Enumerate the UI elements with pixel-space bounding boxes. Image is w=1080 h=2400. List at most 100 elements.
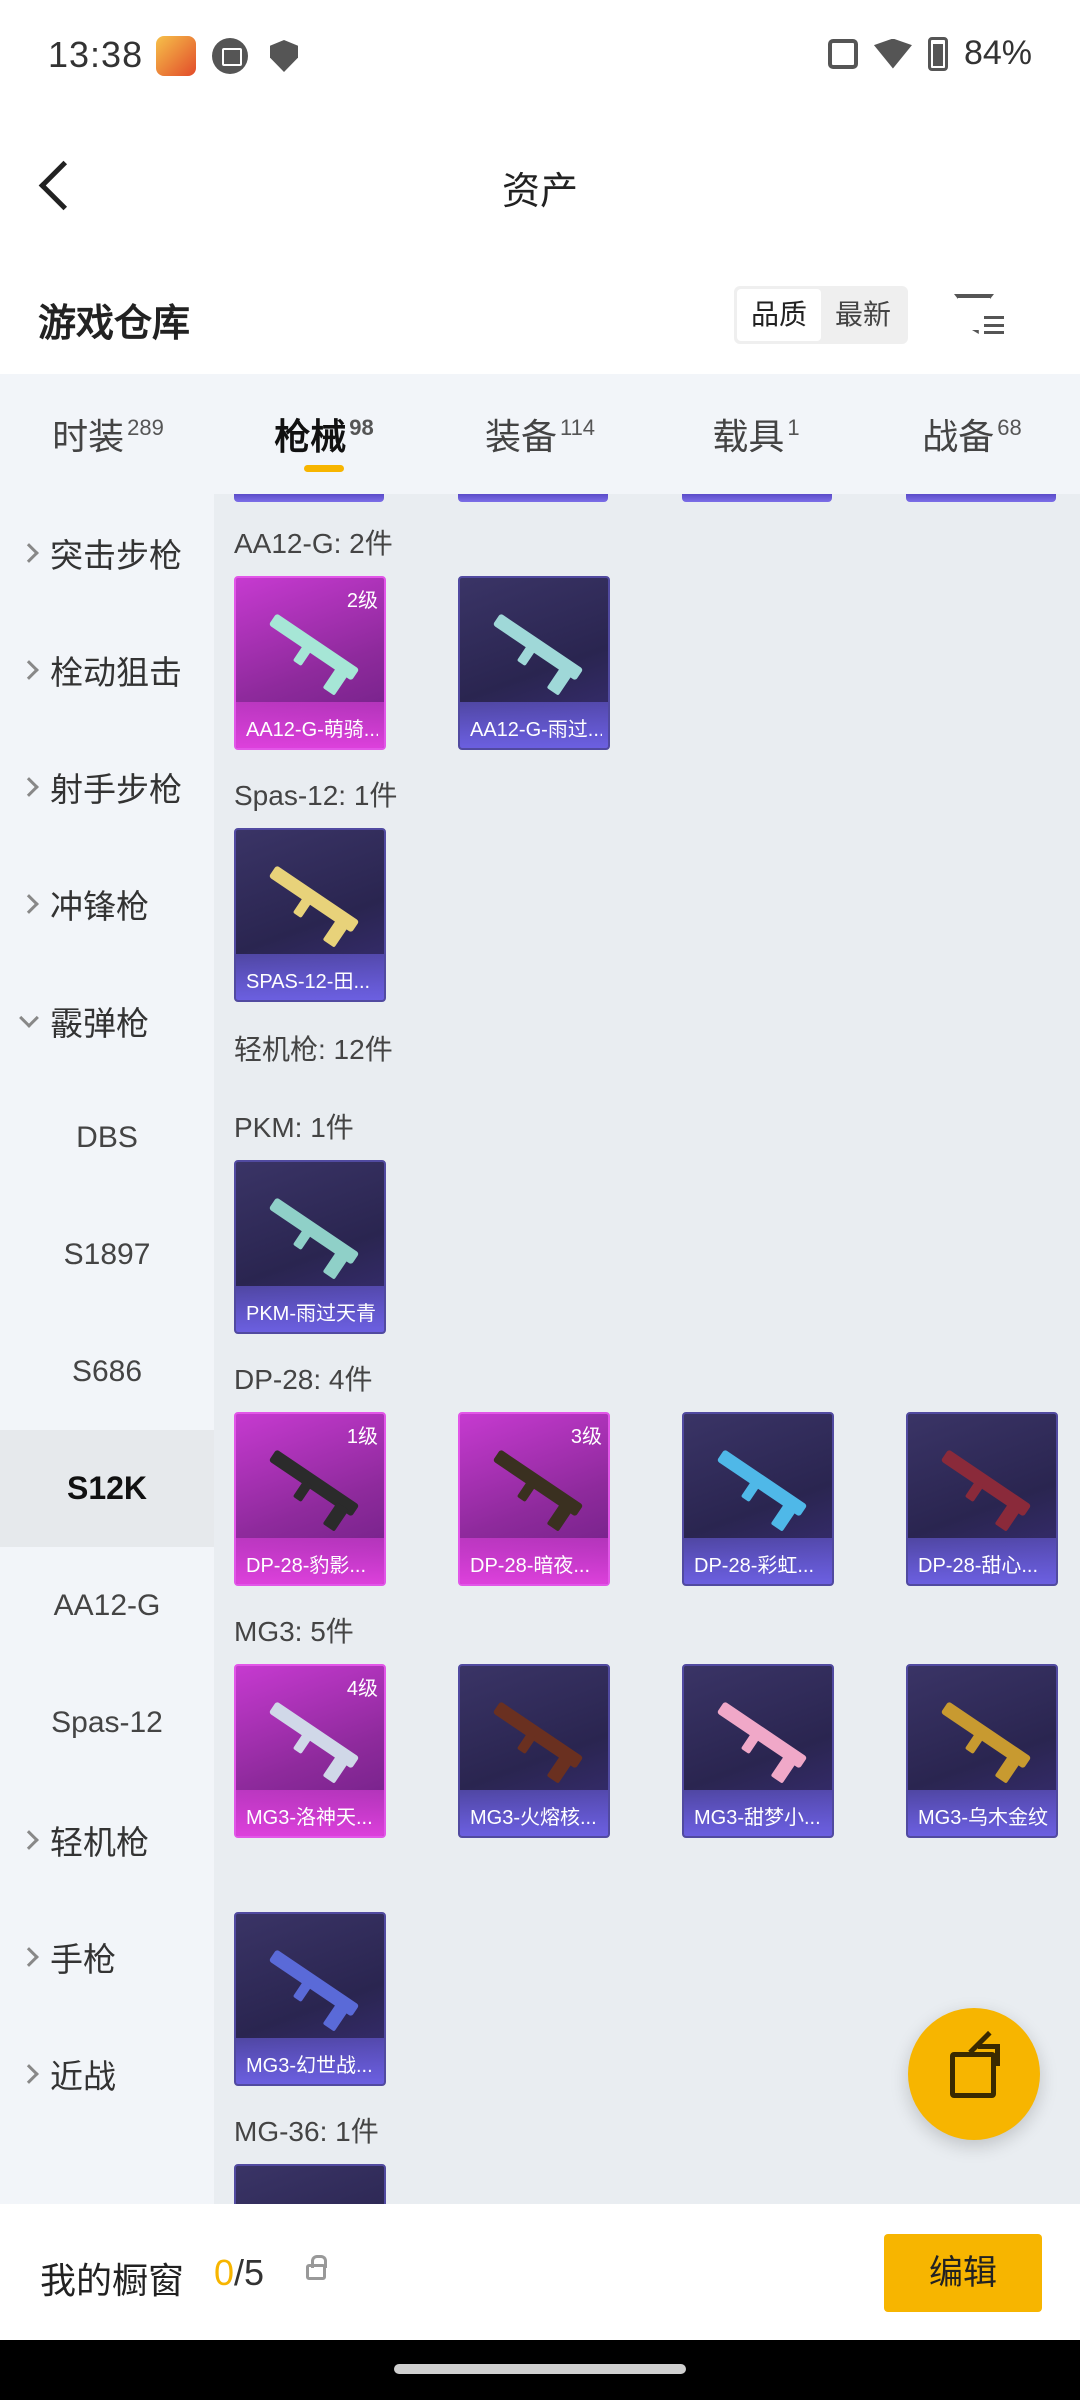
weapon-card[interactable]: PKM-雨过天青 <box>234 1160 386 1334</box>
sidebar-item-pistol[interactable]: 手枪 <box>0 1898 214 2015</box>
weapon-card[interactable]: MG3-幻世战... <box>234 1912 386 2086</box>
section-label-dp28: DP-28: 4件 <box>234 1364 373 1395</box>
section-label-lmg: 轻机枪: 12件 <box>234 1034 393 1065</box>
sidebar-item-lmg[interactable]: 轻机枪 <box>0 1781 214 1898</box>
gun-image <box>268 613 360 681</box>
weapon-card[interactable]: MG3-火熔核... <box>458 1664 610 1838</box>
filter-icon[interactable] <box>950 286 1006 342</box>
weapon-name: AA12-G-萌骑... <box>246 719 378 741</box>
gun-image <box>716 1449 808 1517</box>
weapon-name: MG3-火熔核... <box>470 1807 597 1829</box>
weapon-category-sidebar: 突击步枪 栓动狙击 射手步枪 冲锋枪 霰弹枪 DBS S1897 S686 S1… <box>0 494 214 2204</box>
gun-image <box>940 1449 1032 1517</box>
weapon-card[interactable]: 4级 MG3-洛神天... <box>234 1664 386 1838</box>
wifi-icon <box>873 38 912 69</box>
system-nav-bar <box>0 2340 1080 2400</box>
sidebar-item-melee[interactable]: 近战 <box>0 2015 214 2132</box>
weapon-name: DP-28-豹影... <box>246 1555 367 1577</box>
weapon-card[interactable]: DP-28-甜心... <box>906 1412 1058 1586</box>
weapon-name: MG3-幻世战... <box>246 2055 373 2077</box>
header: 资产 <box>0 112 1080 256</box>
previous-row-cards <box>214 494 1080 506</box>
sidebar-item-s12k[interactable]: S12K <box>0 1430 214 1547</box>
weapon-card[interactable]: 3级 DP-28-暗夜... <box>458 1412 610 1586</box>
weapon-grid: AA12-G: 2件 2级 AA12-G-萌骑... AA12-G-雨过... … <box>214 494 1080 2204</box>
weapon-card[interactable]: DP-28-彩虹... <box>682 1412 834 1586</box>
level-badge: 3级 <box>570 1426 602 1448</box>
sidebar-item-shotgun[interactable]: 霰弹枪 <box>0 962 214 1079</box>
sort-latest-button[interactable]: 最新 <box>821 289 905 341</box>
showcase-bar: 我的橱窗 0/5 编辑 <box>0 2204 1080 2340</box>
tab-vehicles[interactable]: 载具 1 <box>648 374 864 494</box>
game-app-icon <box>156 36 196 76</box>
warehouse-header: 游戏仓库 品质 最新 <box>0 256 1080 374</box>
calendar-icon <box>212 38 248 74</box>
level-badge: 2级 <box>346 590 378 612</box>
section-label-mg3: MG3: 5件 <box>234 1616 354 1647</box>
status-time: 13:38 <box>48 34 144 75</box>
home-indicator[interactable] <box>394 2364 686 2374</box>
sidebar-item-smg[interactable]: 冲锋枪 <box>0 845 214 962</box>
showcase-count: 0/5 <box>214 2252 265 2293</box>
weapon-name: SPAS-12-田... <box>246 971 371 993</box>
share-fab-button[interactable] <box>908 2008 1040 2140</box>
sidebar-item-bolt-sniper[interactable]: 栓动狙击 <box>0 611 214 728</box>
tab-gear[interactable]: 战备 68 <box>864 374 1080 494</box>
sidebar-item-s686[interactable]: S686 <box>0 1313 214 1430</box>
sidebar-item-dbs[interactable]: DBS <box>0 1079 214 1196</box>
level-badge: 1级 <box>346 1426 378 1448</box>
gun-image <box>716 1701 808 1769</box>
battery-level: 84% <box>963 34 1032 72</box>
sort-toggle: 品质 最新 <box>734 286 908 344</box>
weapon-card[interactable]: 2级 AA12-G-萌骑... <box>234 576 386 750</box>
lock-icon <box>306 2255 327 2280</box>
status-indicators: 84% <box>827 34 1032 73</box>
weapon-card[interactable]: 1级 DP-28-豹影... <box>234 1412 386 1586</box>
tab-equipment[interactable]: 装备 114 <box>432 374 648 494</box>
edit-button[interactable]: 编辑 <box>884 2234 1042 2312</box>
sidebar-item-marksman-rifle[interactable]: 射手步枪 <box>0 728 214 845</box>
warehouse-title: 游戏仓库 <box>38 303 191 345</box>
weapon-name: AA12-G-雨过... <box>470 719 602 741</box>
weapon-name: MG3-甜梦小... <box>694 1807 821 1829</box>
weapon-card[interactable]: MG3-甜梦小... <box>682 1664 834 1838</box>
gun-image <box>492 1449 584 1517</box>
section-label-pkm: PKM: 1件 <box>234 1112 354 1143</box>
section-label-mg36: MG-36: 1件 <box>234 2116 379 2147</box>
weapon-name: MG3-洛神天... <box>246 1807 373 1829</box>
weapon-card[interactable] <box>234 2164 386 2204</box>
weapon-name: DP-28-甜心... <box>918 1555 1039 1577</box>
gun-image <box>492 613 584 681</box>
weapon-card[interactable]: AA12-G-雨过... <box>458 576 610 750</box>
weapon-card[interactable]: SPAS-12-田... <box>234 828 386 1002</box>
sort-quality-button[interactable]: 品质 <box>737 289 821 341</box>
showcase-label: 我的橱窗 <box>40 2260 185 2301</box>
level-badge: 4级 <box>346 1678 378 1700</box>
weapon-name: MG3-乌木金纹 <box>918 1807 1048 1829</box>
weapon-name: DP-28-暗夜... <box>470 1555 591 1577</box>
vibrate-icon <box>827 38 858 69</box>
weapon-name: PKM-雨过天青 <box>246 1303 376 1325</box>
category-tabs: 时装 289 枪械 98 装备 114 载具 1 战备 68 <box>0 374 1080 494</box>
gun-image <box>268 1949 360 2017</box>
section-label-spas12: Spas-12: 1件 <box>234 780 398 811</box>
sidebar-item-s1897[interactable]: S1897 <box>0 1196 214 1313</box>
battery-icon <box>927 36 948 71</box>
weapon-name: DP-28-彩虹... <box>694 1555 815 1577</box>
status-bar: 13:38 84% <box>0 0 1080 112</box>
section-label-aa12g: AA12-G: 2件 <box>234 528 393 559</box>
gun-image <box>268 1197 360 1265</box>
gun-image <box>492 1701 584 1769</box>
gun-image <box>268 865 360 933</box>
page-title: 资产 <box>501 171 578 213</box>
sidebar-item-assault-rifle[interactable]: 突击步枪 <box>0 494 214 611</box>
sidebar-item-aa12g[interactable]: AA12-G <box>0 1547 214 1664</box>
sidebar-item-spas12[interactable]: Spas-12 <box>0 1664 214 1781</box>
weapon-card[interactable]: MG3-乌木金纹 <box>906 1664 1058 1838</box>
gun-image <box>268 1449 360 1517</box>
tab-firearms[interactable]: 枪械 98 <box>216 374 432 494</box>
tab-fashion[interactable]: 时装 289 <box>0 374 216 494</box>
shield-icon <box>270 40 298 72</box>
gun-image <box>940 1701 1032 1769</box>
gun-image <box>268 1701 360 1769</box>
